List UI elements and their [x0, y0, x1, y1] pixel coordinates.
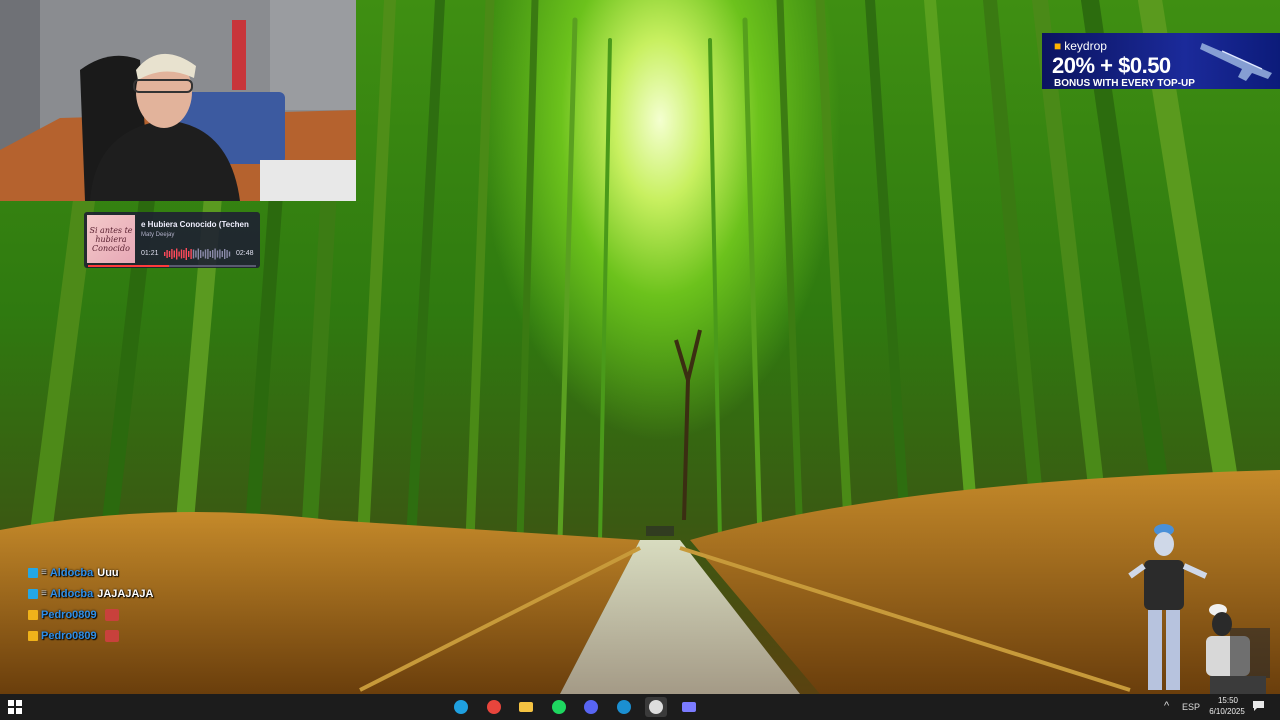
steam-icon: [616, 700, 631, 714]
now-playing-widget: Si antes te hubiera Conocido e Hubiera C…: [84, 212, 260, 268]
waveform-bar: [212, 250, 214, 258]
waveform-bar: [214, 248, 216, 260]
keydrop-logo: ■ keydrop: [1054, 39, 1107, 53]
taskbar: ^ ESP 15:50 6/10/2025: [0, 694, 1280, 720]
track-progress-bar: [88, 265, 256, 267]
moderator-badge-icon: [28, 567, 38, 578]
chat-username: Pedro0809: [41, 608, 97, 621]
waveform-bar: [200, 250, 202, 258]
separator-icon: ≡: [41, 567, 47, 578]
tray-chevron-up-icon[interactable]: ^: [1164, 700, 1169, 712]
track-time-total: 02:48: [236, 250, 254, 257]
track-time-current: 01:21: [141, 250, 159, 257]
file-explorer-icon: [519, 702, 533, 712]
clock-time[interactable]: 15:50: [1208, 696, 1248, 705]
waveform-bar: [202, 251, 204, 257]
separator-icon: ≡: [41, 588, 47, 599]
chat-message: ≡ Aldocba JAJAJAJA: [28, 583, 228, 604]
waveform-bar: [219, 249, 221, 259]
waveform-bar: [224, 249, 226, 259]
taskbar-app-discord[interactable]: [580, 697, 602, 717]
waveform-bar: [164, 252, 166, 256]
track-progress-fill: [88, 265, 169, 267]
taskbar-app-app-grid[interactable]: [678, 697, 700, 717]
streamer-webcam-feed: [0, 0, 356, 201]
taskbar-app-chrome[interactable]: [483, 697, 505, 717]
waveform-bar: [188, 251, 190, 257]
waveform-bar: [190, 249, 192, 259]
subscriber-badge-icon: [28, 609, 38, 620]
taskbar-app-obs[interactable]: [645, 697, 667, 717]
waveform-bar: [226, 250, 228, 258]
waveform-bar: [176, 248, 178, 260]
waveform-bar: [166, 250, 168, 258]
notification-icon[interactable]: [1253, 701, 1264, 711]
ad-headline: 20% + $0.50: [1052, 53, 1171, 78]
chat-username: Aldocba: [49, 587, 94, 600]
clock-date[interactable]: 6/10/2025: [1202, 707, 1252, 716]
discord-icon: [584, 700, 598, 714]
waveform-bar: [192, 249, 195, 259]
album-cover-text: Si antes te hubiera Conocido: [89, 225, 133, 253]
waveform-bar: [180, 249, 183, 259]
chat-text: JAJAJAJA: [97, 587, 154, 600]
chat-message: Pedro0809: [28, 625, 228, 646]
track-title: e Hubiera Conocido (Techen: [141, 220, 249, 229]
emote-icon: [104, 629, 119, 642]
gift-icon: ■: [1054, 39, 1062, 53]
game-characters-overlay: [1128, 524, 1270, 694]
waveform-bar: [195, 250, 197, 258]
track-artist: Maty Deejay: [141, 232, 175, 238]
waveform-bar: [183, 250, 185, 258]
taskbar-app-spotify[interactable]: [548, 697, 570, 717]
chat-username: Aldocba: [49, 566, 94, 579]
waveform-bar: [185, 248, 187, 260]
chat-overlay: ≡ Aldocba Uuu ≡ Aldocba JAJAJAJA Pedro08…: [28, 562, 228, 646]
edge-icon: [454, 700, 468, 714]
chat-message: ≡ Aldocba Uuu: [28, 562, 228, 583]
app-grid-icon: [681, 702, 696, 712]
album-cover: Si antes te hubiera Conocido: [87, 215, 135, 263]
taskbar-app-edge[interactable]: [450, 697, 472, 717]
sponsor-banner: ■ keydrop 20% + $0.50 BONUS WITH EVERY TO…: [1042, 33, 1280, 89]
rifle-icon: [1200, 43, 1272, 81]
taskbar-app-file-explorer[interactable]: [515, 697, 537, 717]
waveform-bar: [204, 249, 207, 259]
waveform-bar: [221, 251, 223, 257]
ad-subline: BONUS WITH EVERY TOP-UP: [1054, 78, 1195, 89]
input-language[interactable]: ESP: [1182, 702, 1200, 712]
waveform-bar: [228, 251, 231, 257]
emote-icon: [104, 608, 119, 621]
subscriber-badge-icon: [28, 630, 38, 641]
spotify-icon: [551, 700, 566, 714]
waveform-bar: [168, 251, 171, 257]
chrome-icon: [486, 700, 501, 714]
chat-message: Pedro0809: [28, 604, 228, 625]
waveform-bar: [209, 251, 211, 257]
taskbar-app-steam[interactable]: [613, 697, 635, 717]
waveform-bar: [173, 250, 175, 258]
audio-waveform-icon: [164, 248, 231, 260]
obs-icon: [649, 700, 663, 714]
waveform-bar: [171, 249, 173, 259]
keydrop-logo-text: keydrop: [1064, 39, 1107, 53]
moderator-badge-icon: [28, 588, 38, 599]
chat-text: Uuu: [97, 566, 119, 579]
waveform-bar: [178, 251, 180, 257]
waveform-bar: [197, 248, 199, 260]
webcam-overlay: [0, 0, 356, 201]
waveform-bar: [207, 249, 209, 259]
windows-start-icon[interactable]: [8, 700, 22, 714]
waveform-bar: [216, 250, 219, 258]
chat-username: Pedro0809: [41, 629, 97, 642]
